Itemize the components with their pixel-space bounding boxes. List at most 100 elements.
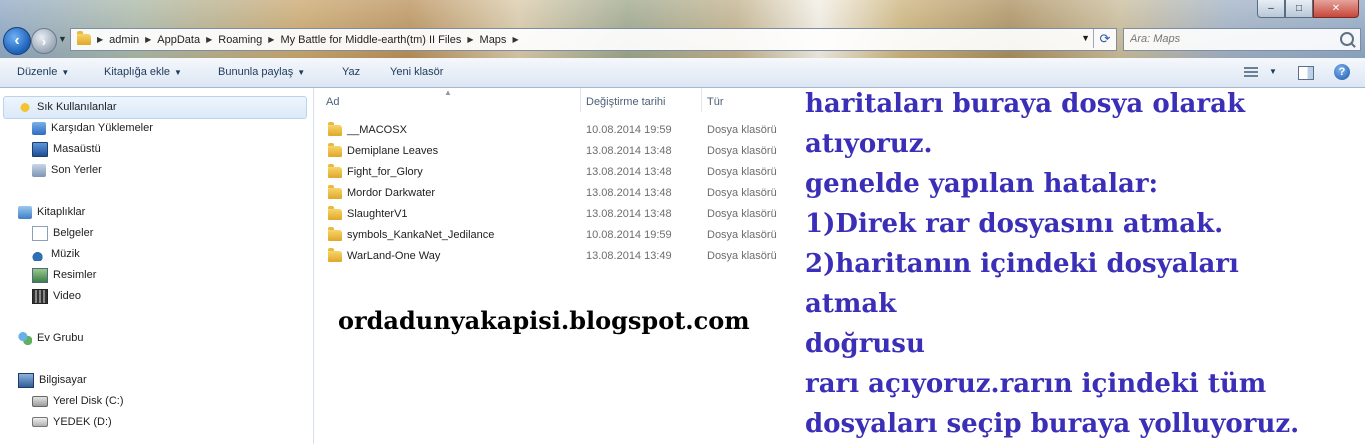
note-line: haritaları buraya dosya olarak (805, 89, 1245, 119)
folder-icon (328, 143, 342, 157)
address-dropdown-icon[interactable]: ▼ (1081, 33, 1090, 43)
column-header-name[interactable]: Ad (326, 92, 339, 112)
file-date: 10.08.2014 19:59 (586, 124, 672, 136)
column-header-type[interactable]: Tür (707, 92, 724, 112)
note-line: atmak (805, 289, 897, 319)
nav-item-pictures[interactable]: Resimler (32, 266, 96, 284)
file-name: WarLand-One Way (347, 250, 441, 262)
file-date: 13.08.2014 13:49 (586, 250, 672, 262)
search-icon[interactable] (1340, 32, 1354, 46)
breadcrumb-appdata[interactable]: AppData (157, 34, 200, 46)
file-name: __MACOSX (347, 124, 407, 136)
table-row[interactable]: Mordor Darkwater 13.08.2014 13:48 Dosya … (326, 183, 796, 203)
note-line: rarı açıyoruz.rarın içindeki tüm (805, 369, 1267, 399)
table-row[interactable]: __MACOSX 10.08.2014 19:59 Dosya klasörü (326, 120, 796, 140)
forward-arrow-icon[interactable]: › (31, 28, 57, 54)
view-options-icon[interactable] (1244, 67, 1258, 78)
refresh-icon[interactable]: ⟳ (1093, 29, 1116, 48)
folder-icon (77, 31, 91, 45)
file-date: 13.08.2014 13:48 (586, 166, 672, 178)
file-name: Fight_for_Glory (347, 166, 423, 178)
nav-item-videos[interactable]: Video (32, 287, 81, 305)
address-bar[interactable]: ▶ admin ▶ AppData ▶ Roaming ▶ My Battle … (70, 28, 1117, 51)
back-arrow-icon[interactable]: ‹ (3, 27, 31, 55)
pictures-icon (32, 267, 48, 283)
help-icon[interactable]: ? (1334, 64, 1350, 80)
note-line: 1)Direk rar dosyasını atmak. (805, 209, 1224, 239)
file-type: Dosya klasörü (707, 187, 777, 199)
nav-libraries[interactable]: Kitaplıklar (18, 203, 85, 221)
column-header-date[interactable]: Değiştirme tarihi (586, 92, 665, 112)
search-box[interactable] (1123, 28, 1361, 51)
chevron-down-icon: ▼ (61, 68, 70, 77)
share-with-menu[interactable]: Bununla paylaş ▼ (218, 66, 305, 78)
nav-computer[interactable]: Bilgisayar (18, 371, 87, 389)
nav-item-local-disk-c[interactable]: Yerel Disk (C:) (32, 392, 124, 410)
nav-homegroup[interactable]: Ev Grubu (18, 329, 83, 347)
nav-item-documents[interactable]: Belgeler (32, 224, 93, 242)
table-row[interactable]: symbols_KankaNet_Jedilance 10.08.2014 19… (326, 225, 796, 245)
file-name: SlaughterV1 (347, 208, 408, 220)
folder-icon (328, 122, 342, 136)
file-name: symbols_KankaNet_Jedilance (347, 229, 495, 241)
column-divider[interactable] (580, 88, 581, 112)
preview-pane-icon[interactable] (1298, 66, 1314, 80)
chevron-right-icon[interactable]: ▶ (268, 35, 274, 44)
file-type: Dosya klasörü (707, 229, 777, 241)
breadcrumb-admin[interactable]: admin (109, 34, 139, 46)
table-row[interactable]: SlaughterV1 13.08.2014 13:48 Dosya klasö… (326, 204, 796, 224)
file-date: 13.08.2014 13:48 (586, 208, 672, 220)
recent-pages-dropdown-icon[interactable]: ▼ (58, 34, 67, 44)
column-divider[interactable] (701, 88, 702, 112)
breadcrumb-bfme-files[interactable]: My Battle for Middle-earth(tm) II Files (280, 34, 461, 46)
hard-disk-icon (32, 395, 48, 407)
chevron-right-icon[interactable]: ▶ (206, 35, 212, 44)
burn-button[interactable]: Yaz (342, 66, 360, 78)
nav-item-downloads[interactable]: Karşıdan Yüklemeler (32, 119, 153, 137)
recent-places-icon (32, 163, 46, 177)
note-line: atıyoruz. (805, 129, 933, 159)
chevron-down-icon[interactable]: ▼ (1269, 67, 1277, 76)
folder-icon (328, 227, 342, 241)
chevron-right-icon[interactable]: ▶ (467, 35, 473, 44)
table-row[interactable]: Fight_for_Glory 13.08.2014 13:48 Dosya k… (326, 162, 796, 182)
note-line: 2)haritanın içindeki dosyaları (805, 249, 1239, 279)
chevron-right-icon[interactable]: ▶ (97, 35, 103, 44)
nav-favorites[interactable]: Sık Kullanılanlar (18, 98, 117, 116)
file-date: 10.08.2014 19:59 (586, 229, 672, 241)
nav-item-music[interactable]: Müzik (32, 245, 80, 263)
chevron-right-icon[interactable]: ▶ (512, 35, 518, 44)
note-line: dosyaları seçip buraya yolluyoruz. (805, 409, 1300, 439)
maximize-button[interactable]: □ (1285, 0, 1313, 18)
nav-item-recent-places[interactable]: Son Yerler (32, 161, 102, 179)
table-row[interactable]: Demiplane Leaves 13.08.2014 13:48 Dosya … (326, 141, 796, 161)
file-date: 13.08.2014 13:48 (586, 145, 672, 157)
video-film-icon (32, 288, 48, 304)
breadcrumb-roaming[interactable]: Roaming (218, 34, 262, 46)
chevron-down-icon: ▼ (174, 68, 182, 77)
window-controls: – □ ✕ (1257, 0, 1359, 18)
organize-menu[interactable]: Düzenle ▼ (17, 66, 69, 78)
close-button[interactable]: ✕ (1313, 0, 1359, 18)
chevron-down-icon: ▼ (297, 68, 306, 77)
folder-icon (328, 164, 342, 178)
nav-item-desktop[interactable]: Masaüstü (32, 140, 101, 158)
nav-item-disk-d[interactable]: YEDEK (D:) (32, 413, 112, 431)
table-row[interactable]: WarLand-One Way 13.08.2014 13:49 Dosya k… (326, 246, 796, 266)
instruction-note: haritaları buraya dosya olarak atıyoruz.… (805, 84, 1360, 444)
file-type: Dosya klasörü (707, 145, 777, 157)
add-to-library-menu[interactable]: Kitaplığa ekle ▼ (104, 66, 182, 78)
folder-icon (328, 248, 342, 262)
computer-icon (18, 372, 34, 388)
star-icon (18, 100, 32, 114)
minimize-button[interactable]: – (1257, 0, 1285, 18)
breadcrumb-maps[interactable]: Maps (480, 34, 507, 46)
chevron-right-icon[interactable]: ▶ (145, 35, 151, 44)
note-line: genelde yapılan hatalar: (805, 169, 1159, 199)
new-folder-button[interactable]: Yeni klasör (390, 66, 443, 78)
file-name: Demiplane Leaves (347, 145, 439, 157)
folder-icon (328, 206, 342, 220)
search-input[interactable] (1124, 29, 1336, 48)
folder-icon (328, 185, 342, 199)
file-type: Dosya klasörü (707, 166, 777, 178)
